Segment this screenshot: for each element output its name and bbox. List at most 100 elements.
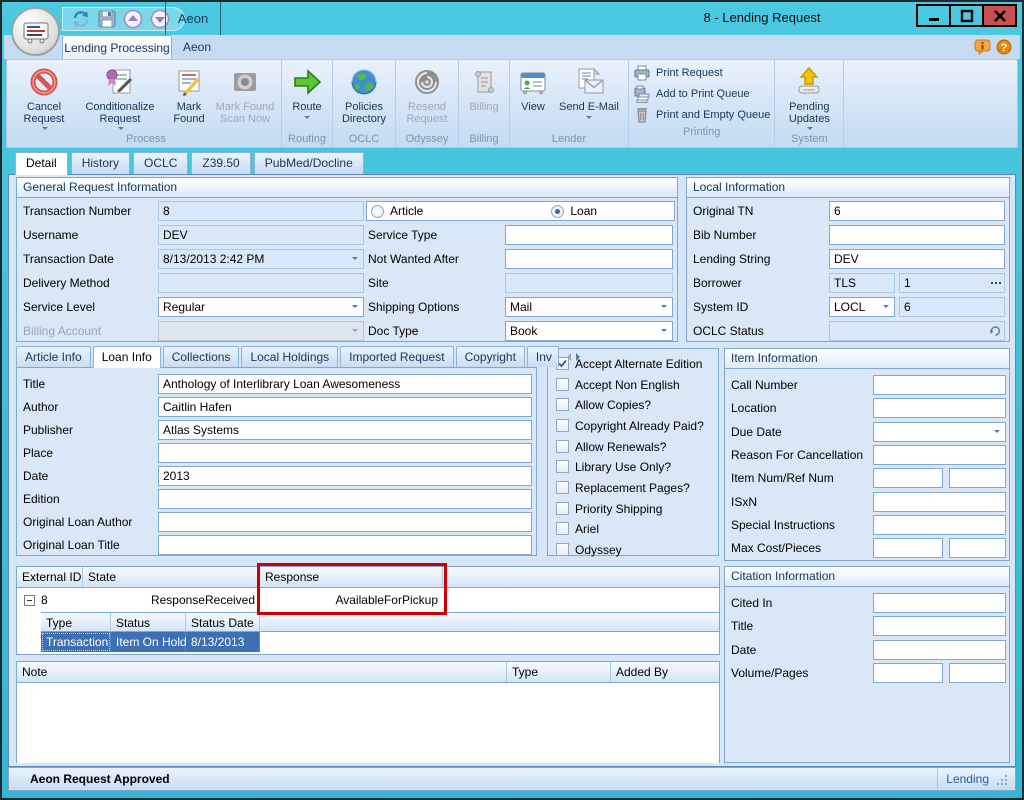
checkbox-box[interactable] <box>556 481 569 494</box>
ellipsis-button[interactable] <box>991 282 1001 284</box>
conditionalize-request-button[interactable]: Conditionalize Request <box>74 64 166 131</box>
cancel-request-button[interactable]: Cancel Request <box>14 64 74 131</box>
pages-field[interactable] <box>949 663 1006 683</box>
lending-string-field[interactable]: DEV <box>829 249 1005 269</box>
billing-button[interactable]: Billing <box>462 64 506 113</box>
tracking-sub-row-selected[interactable]: Transaction Item On Hold 8/13/2013 <box>41 632 719 652</box>
chevron-down-icon[interactable] <box>879 298 894 316</box>
tab-scroll-left-button[interactable] <box>561 349 574 365</box>
view-button[interactable]: View <box>513 64 553 113</box>
collapse-row-icon[interactable] <box>24 595 35 606</box>
max-cost-field[interactable] <box>873 538 943 558</box>
tab-oclc[interactable]: OCLC <box>133 152 188 174</box>
original-loan-author-field[interactable] <box>158 512 532 532</box>
mark-found-button[interactable]: Mark Found <box>166 64 212 125</box>
chevron-down-icon[interactable] <box>990 423 1005 441</box>
title-field[interactable]: Anthology of Interlibrary Loan Awesomene… <box>158 374 532 394</box>
ref-num-field[interactable] <box>949 468 1006 488</box>
checkbox-odyssey[interactable]: Odyssey <box>556 542 622 557</box>
cited-in-field[interactable] <box>873 593 1006 613</box>
titlebar-aeon-tab[interactable]: Aeon <box>165 2 221 35</box>
tab-lending-processing[interactable]: Lending Processing <box>62 35 172 59</box>
refresh-icon[interactable] <box>71 9 91 29</box>
tab-local-holdings[interactable]: Local Holdings <box>241 346 338 367</box>
send-email-button[interactable]: Send E-Mail <box>553 64 625 122</box>
tab-collections[interactable]: Collections <box>163 346 240 367</box>
checkbox-box[interactable] <box>556 522 569 535</box>
item-num-field[interactable] <box>873 468 943 488</box>
checkbox-box[interactable] <box>556 378 569 391</box>
checkbox-copyright-already-paid[interactable]: Copyright Already Paid? <box>556 418 704 433</box>
checkbox-box[interactable] <box>556 398 569 411</box>
column-header-external-id[interactable]: External ID <box>17 567 83 587</box>
close-button[interactable] <box>982 4 1017 27</box>
transaction-date-combo[interactable]: 8/13/2013 2:42 PM <box>158 249 364 269</box>
shipping-options-combo[interactable]: Mail <box>505 297 673 317</box>
original-loan-title-field[interactable] <box>158 535 532 555</box>
chevron-down-icon[interactable] <box>657 322 672 340</box>
chevron-down-icon[interactable] <box>348 250 363 268</box>
isxn-field[interactable] <box>873 492 1006 512</box>
transaction-number-field[interactable]: 8 <box>158 201 364 221</box>
tab-loan-info[interactable]: Loan Info <box>93 346 161 368</box>
application-menu-button[interactable] <box>11 7 60 56</box>
special-instructions-field[interactable] <box>873 515 1006 535</box>
publisher-field[interactable]: Atlas Systems <box>158 420 532 440</box>
tab-aeon[interactable]: Aeon <box>172 35 222 59</box>
sub-column-header-status[interactable]: Status <box>111 613 186 633</box>
checkbox-allow-copies[interactable]: Allow Copies? <box>556 397 651 412</box>
tab-pubmed-docline[interactable]: PubMed/Docline <box>254 152 364 174</box>
system-number-field[interactable]: 6 <box>899 297 1005 317</box>
mark-found-scan-now-button[interactable]: Mark Found Scan Now <box>212 64 278 125</box>
pieces-field[interactable] <box>949 538 1006 558</box>
checkbox-priority-shipping[interactable]: Priority Shipping <box>556 501 662 516</box>
save-icon[interactable] <box>98 10 116 28</box>
not-wanted-after-field[interactable] <box>505 249 673 269</box>
delivery-method-field[interactable] <box>158 273 364 293</box>
author-field[interactable]: Caitlin Hafen <box>158 397 532 417</box>
checkbox-allow-renewals[interactable]: Allow Renewals? <box>556 439 666 454</box>
volume-field[interactable] <box>873 663 943 683</box>
site-field[interactable] <box>505 273 673 293</box>
checkbox-box[interactable] <box>556 440 569 453</box>
place-field[interactable] <box>158 443 532 463</box>
checkbox-library-use-only[interactable]: Library Use Only? <box>556 459 671 474</box>
tab-scroll-right-button[interactable] <box>574 349 587 365</box>
bib-number-field[interactable] <box>829 225 1005 245</box>
oclc-status-field[interactable] <box>829 321 1005 341</box>
tab-imported-request[interactable]: Imported Request <box>340 346 453 367</box>
service-level-combo[interactable]: Regular <box>158 297 364 317</box>
title-bar[interactable]: Aeon 8 - Lending Request <box>2 2 1022 35</box>
add-to-print-queue-button[interactable]: Add to Print Queue <box>633 83 770 104</box>
resize-grip[interactable] <box>995 773 1007 785</box>
tab-z3950[interactable]: Z39.50 <box>191 152 250 174</box>
tab-article-info[interactable]: Article Info <box>16 346 91 367</box>
article-radio[interactable] <box>371 205 384 218</box>
tab-copyright[interactable]: Copyright <box>456 346 525 367</box>
help-icon[interactable]: ? <box>996 39 1012 55</box>
resend-request-button[interactable]: Resend Request <box>399 64 455 125</box>
call-number-field[interactable] <box>873 375 1006 395</box>
checkbox-box[interactable] <box>556 419 569 432</box>
tab-history[interactable]: History <box>71 152 130 174</box>
tab-overflow-truncated[interactable]: Inv <box>527 346 559 367</box>
date-field[interactable]: 2013 <box>158 466 532 486</box>
tab-detail[interactable]: Detail <box>15 152 68 175</box>
scroll-up-icon[interactable] <box>123 9 143 29</box>
checkbox-ariel[interactable]: Ariel <box>556 521 599 536</box>
checkbox-replacement-pages[interactable]: Replacement Pages? <box>556 480 690 495</box>
oclc-refresh-icon[interactable] <box>989 325 1001 337</box>
sub-column-header-type[interactable]: Type <box>41 613 111 633</box>
notes-grid-body[interactable] <box>17 683 719 763</box>
citation-date-field[interactable] <box>873 640 1006 660</box>
column-header-added-by[interactable]: Added By <box>611 662 719 682</box>
column-header-note[interactable]: Note <box>17 662 507 682</box>
original-tn-field[interactable]: 6 <box>829 201 1005 221</box>
route-button[interactable]: Route <box>285 64 329 122</box>
system-id-combo[interactable]: LOCL <box>829 297 895 317</box>
chevron-down-icon[interactable] <box>657 298 672 316</box>
due-date-combo[interactable] <box>873 422 1006 442</box>
tracking-row[interactable]: 8 ResponseReceived AvailableForPickup <box>17 588 719 612</box>
checkbox-accept-non-english[interactable]: Accept Non English <box>556 377 680 392</box>
pending-updates-button[interactable]: Pending Updates <box>778 64 840 131</box>
